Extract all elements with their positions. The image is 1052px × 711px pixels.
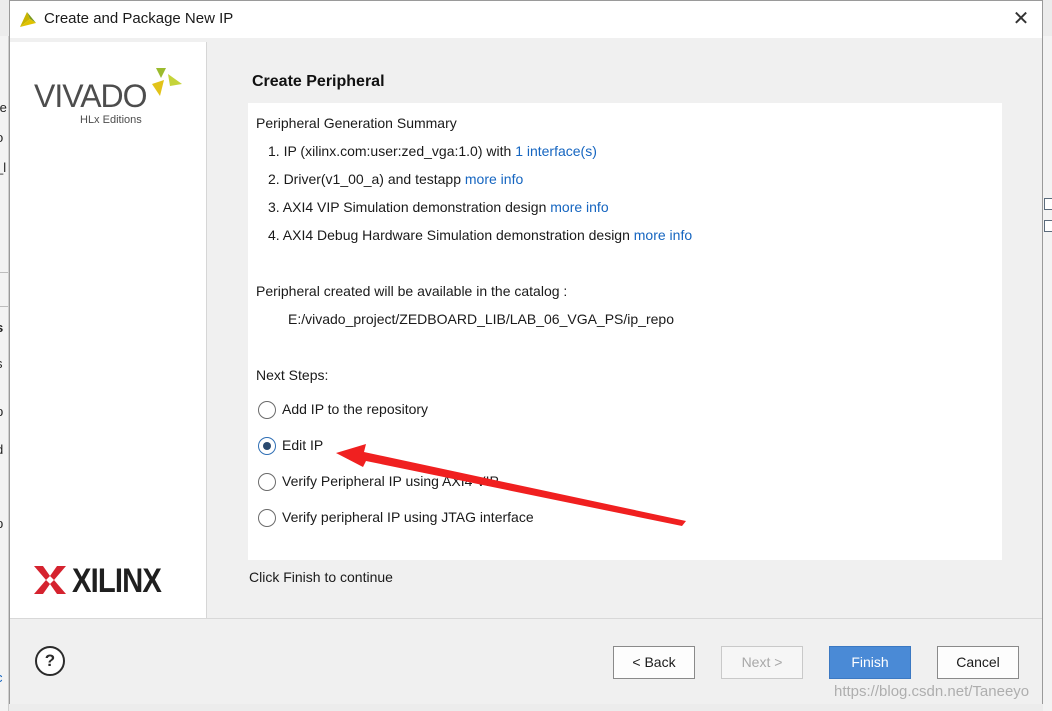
background-square-icon — [1044, 198, 1052, 210]
vivado-logo: VIVADO HLx Editions — [30, 66, 190, 130]
driver-more-info-link[interactable]: more info — [465, 171, 523, 187]
radio-label-edit-ip[interactable]: Edit IP — [282, 437, 323, 453]
summary-panel: Peripheral Generation Summary 1. IP (xil… — [248, 103, 1002, 560]
background-text: d — [0, 442, 3, 457]
window-title: Create and Package New IP — [44, 10, 234, 27]
radio-verify-jtag[interactable] — [258, 509, 276, 527]
xilinx-logo-text: XILINX — [72, 562, 162, 600]
background-text: p — [0, 404, 3, 419]
radio-verify-vip[interactable] — [258, 473, 276, 491]
debug-more-info-link[interactable]: more info — [634, 227, 692, 243]
summary-item-text: 2. Driver(v1_00_a) and testapp — [268, 171, 465, 187]
summary-item-text: 4. AXI4 Debug Hardware Simulation demons… — [268, 227, 634, 243]
watermark-text: https://blog.csdn.net/Taneeyo — [834, 683, 1030, 700]
back-button[interactable]: < Back — [613, 646, 695, 679]
background-text: s — [0, 356, 3, 371]
vivado-logo-text: VIVADO — [34, 78, 148, 114]
help-button[interactable]: ? — [35, 646, 65, 676]
footer-hint: Click Finish to continue — [249, 569, 393, 585]
vip-more-info-link[interactable]: more info — [550, 199, 608, 215]
vivado-logo-mark — [152, 68, 182, 96]
summary-item-text: 3. AXI4 VIP Simulation demonstration des… — [268, 199, 551, 215]
summary-item-text: 1. IP (xilinx.com:user:zed_vga:1.0) with — [268, 143, 516, 159]
summary-item: 2. Driver(v1_00_a) and testapp more info — [268, 171, 523, 187]
finish-button[interactable]: Finish — [829, 646, 911, 679]
catalog-text: Peripheral created will be available in … — [256, 283, 568, 299]
radio-label-verify-jtag[interactable]: Verify peripheral IP using JTAG interfac… — [282, 509, 534, 525]
background-text: c — [0, 670, 3, 685]
background-square-icon — [1044, 220, 1052, 232]
radio-add-ip[interactable] — [258, 401, 276, 419]
branding-panel: VIVADO HLx Editions XILINX — [10, 42, 207, 618]
background-window-right — [1043, 36, 1052, 711]
background-text: s — [0, 320, 3, 335]
create-package-ip-dialog: Create and Package New IP ✕ VIVADO HLx E… — [9, 0, 1043, 704]
next-button[interactable]: Next > — [721, 646, 803, 679]
wizard-content: Create Peripheral Peripheral Generation … — [208, 42, 1042, 618]
summary-item: 4. AXI4 Debug Hardware Simulation demons… — [268, 227, 692, 243]
vivado-edition-text: HLx Editions — [80, 114, 142, 126]
vivado-app-icon — [20, 12, 36, 27]
summary-heading: Peripheral Generation Summary — [256, 115, 457, 131]
radio-edit-ip[interactable] — [258, 437, 276, 455]
background-text: o — [0, 130, 3, 145]
radio-label-verify-vip[interactable]: Verify Peripheral IP using AXI4 VIP — [282, 473, 499, 489]
radio-label-add-ip[interactable]: Add IP to the repository — [282, 401, 428, 417]
xilinx-logo-mark — [34, 566, 66, 594]
next-steps-label: Next Steps: — [256, 367, 329, 383]
background-text: te — [0, 100, 7, 115]
summary-item: 1. IP (xilinx.com:user:zed_vga:1.0) with… — [268, 143, 597, 159]
interfaces-link[interactable]: 1 interface(s) — [515, 143, 597, 159]
background-text: p — [0, 516, 3, 531]
background-divider — [0, 272, 8, 273]
summary-item: 3. AXI4 VIP Simulation demonstration des… — [268, 199, 609, 215]
cancel-button[interactable]: Cancel — [937, 646, 1019, 679]
title-bar: Create and Package New IP ✕ — [10, 1, 1042, 38]
page-title: Create Peripheral — [252, 73, 385, 90]
background-text: _l — [0, 160, 7, 175]
close-icon[interactable]: ✕ — [1010, 8, 1032, 30]
catalog-path: E:/vivado_project/ZEDBOARD_LIB/LAB_06_VG… — [288, 311, 674, 327]
xilinx-logo: XILINX — [32, 560, 192, 600]
background-window-left: te o _l s s p d p c — [0, 36, 9, 711]
background-divider — [0, 306, 8, 307]
